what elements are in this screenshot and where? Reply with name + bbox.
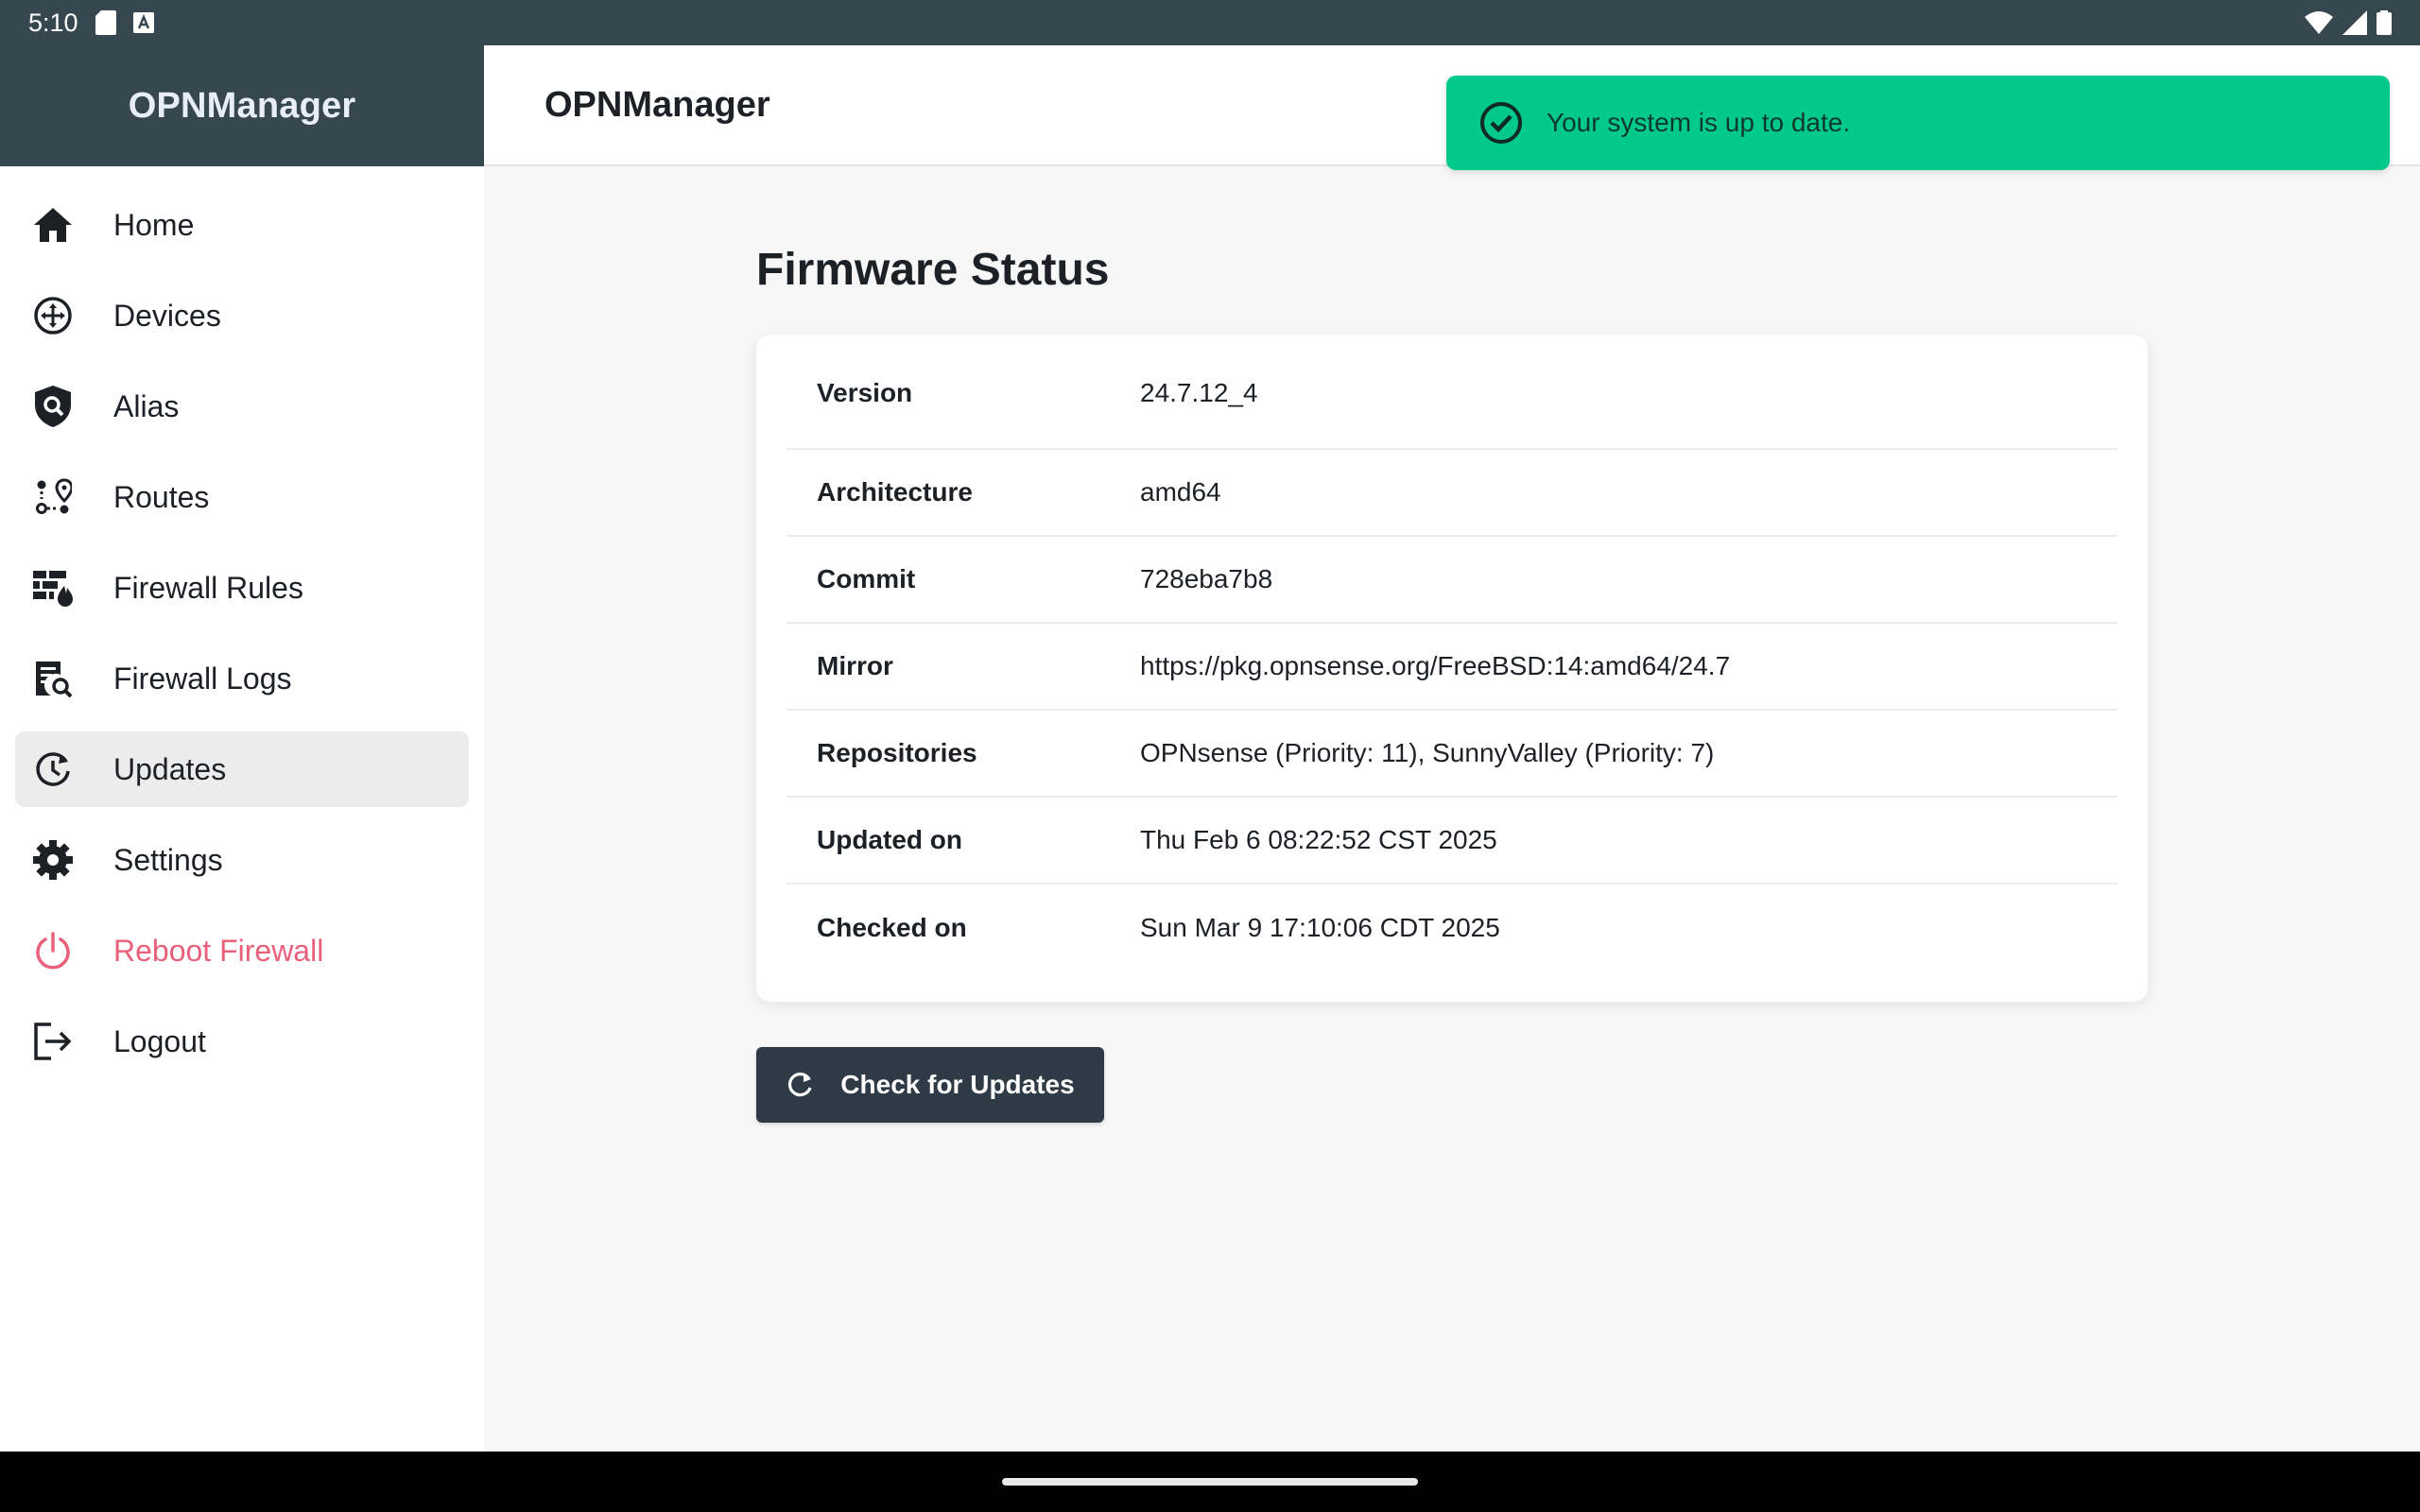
info-key: Checked on <box>817 913 967 942</box>
success-toast[interactable]: Your system is up to date. <box>1446 76 2390 170</box>
sidebar-item-firewall-logs[interactable]: Firewall Logs <box>15 641 469 716</box>
battery-icon <box>2377 10 2392 35</box>
info-value: Thu Feb 6 08:22:52 CST 2025 <box>1140 825 1497 854</box>
info-row-checked-on: Checked on Sun Mar 9 17:10:06 CDT 2025 <box>786 885 2118 971</box>
check-for-updates-label: Check for Updates <box>840 1070 1075 1099</box>
sidebar-item-label: Logout <box>113 1023 206 1058</box>
sidebar-nav: Home Devices Alias Routes Firewall Rules <box>0 166 484 1079</box>
info-key: Architecture <box>817 477 973 507</box>
routes-icon <box>32 476 74 518</box>
sidebar-item-label: Alias <box>113 388 180 423</box>
info-value: https://pkg.opnsense.org/FreeBSD:14:amd6… <box>1140 651 1731 680</box>
alias-shield-icon <box>32 386 74 427</box>
sidebar-item-label: Firewall Logs <box>113 661 292 696</box>
logout-icon <box>32 1021 74 1062</box>
sidebar-app-title: OPNManager <box>128 85 356 126</box>
check-circle-icon <box>1478 100 1524 146</box>
info-key: Repositories <box>817 738 977 767</box>
sidebar-item-label: Updates <box>113 751 227 786</box>
toast-message: Your system is up to date. <box>1547 108 1851 137</box>
info-row-updated-on: Updated on Thu Feb 6 08:22:52 CST 2025 <box>786 798 2118 885</box>
main-content: Firmware Status Version 24.7.12_4 Archit… <box>484 168 2420 1452</box>
power-icon <box>32 930 74 971</box>
status-time: 5:10 <box>28 8 78 37</box>
sidebar-item-settings[interactable]: Settings <box>15 822 469 898</box>
devices-icon <box>32 295 74 336</box>
sidebar-item-label: Settings <box>113 842 223 877</box>
sidebar-header: OPNManager <box>0 45 484 166</box>
sidebar-item-alias[interactable]: Alias <box>15 369 469 444</box>
info-row-architecture: Architecture amd64 <box>786 450 2118 537</box>
sidebar-item-label: Routes <box>113 479 210 514</box>
home-icon <box>32 204 74 246</box>
gear-icon <box>32 839 74 881</box>
info-value: 728eba7b8 <box>1140 564 1273 593</box>
info-key: Version <box>817 378 913 407</box>
info-value: OPNsense (Priority: 11), SunnyValley (Pr… <box>1140 738 1715 767</box>
info-row-version: Version 24.7.12_4 <box>786 378 2118 450</box>
refresh-icon <box>786 1071 814 1099</box>
sidebar-item-reboot-firewall[interactable]: Reboot Firewall <box>15 913 469 988</box>
info-row-mirror: Mirror https://pkg.opnsense.org/FreeBSD:… <box>786 624 2118 711</box>
firewall-rules-icon <box>32 567 74 609</box>
sd-card-icon <box>95 10 116 35</box>
info-row-commit: Commit 728eba7b8 <box>786 537 2118 624</box>
info-key: Mirror <box>817 651 893 680</box>
info-value: Sun Mar 9 17:10:06 CDT 2025 <box>1140 913 1500 942</box>
info-key: Updated on <box>817 825 962 854</box>
wifi-icon <box>2305 11 2333 34</box>
sidebar-item-label: Firewall Rules <box>113 570 303 605</box>
info-value: 24.7.12_4 <box>1140 378 1258 407</box>
sidebar-item-label: Reboot Firewall <box>113 933 324 968</box>
sidebar-item-home[interactable]: Home <box>15 187 469 263</box>
page-header-title: OPNManager <box>544 84 770 125</box>
info-value: amd64 <box>1140 477 1221 507</box>
home-gesture-handle[interactable] <box>1002 1478 1418 1486</box>
sidebar: OPNManager Home Devices Alias Routes Fir… <box>0 45 484 1452</box>
page-title: Firmware Status <box>756 245 1110 295</box>
firmware-status-card: Version 24.7.12_4 Architecture amd64 Com… <box>756 335 2148 1002</box>
sidebar-item-routes[interactable]: Routes <box>15 459 469 535</box>
info-row-repositories: Repositories OPNsense (Priority: 11), Su… <box>786 711 2118 798</box>
check-for-updates-button[interactable]: Check for Updates <box>756 1047 1104 1123</box>
cell-signal-icon <box>2342 10 2367 35</box>
sidebar-item-devices[interactable]: Devices <box>15 278 469 353</box>
updates-icon <box>32 748 74 790</box>
sidebar-item-label: Devices <box>113 298 221 333</box>
info-key: Commit <box>817 564 916 593</box>
system-navigation-bar <box>0 1452 2420 1512</box>
sidebar-item-logout[interactable]: Logout <box>15 1004 469 1079</box>
firewall-logs-icon <box>32 658 74 699</box>
sidebar-item-updates[interactable]: Updates <box>15 731 469 807</box>
status-bar: 5:10 <box>0 0 2420 45</box>
keyboard-a-icon <box>132 12 154 33</box>
sidebar-item-firewall-rules[interactable]: Firewall Rules <box>15 550 469 626</box>
sidebar-item-label: Home <box>113 207 195 242</box>
